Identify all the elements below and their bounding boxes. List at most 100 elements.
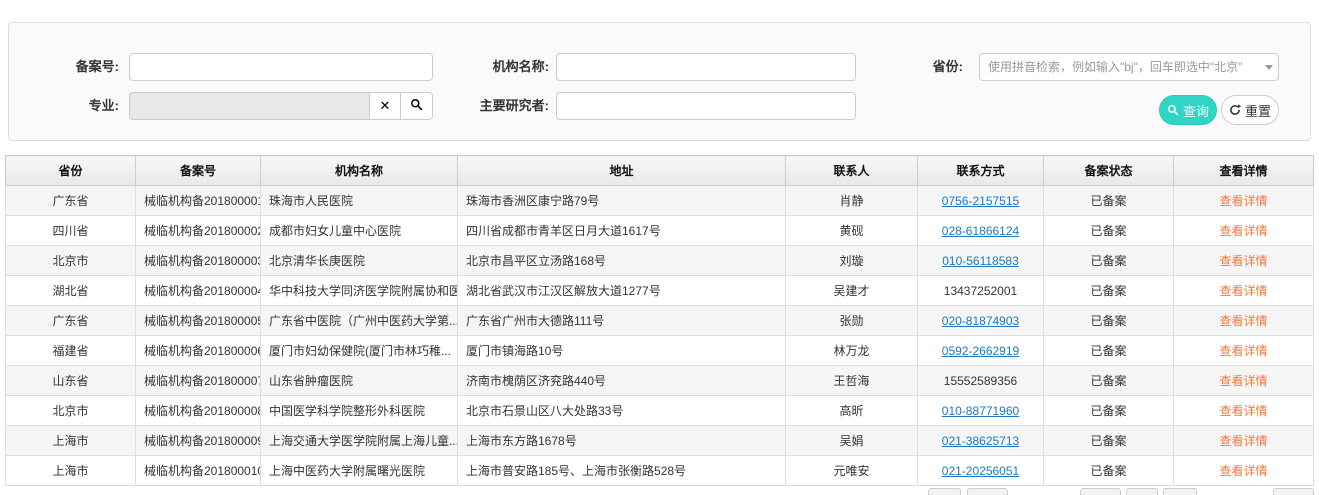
cell-record-no: 械临机构备201800004 (136, 276, 261, 306)
phone-link[interactable]: 0756-2157515 (942, 194, 1019, 208)
view-detail-link[interactable]: 查看详情 (1219, 224, 1267, 238)
col-header-contact: 联系人 (786, 156, 918, 186)
pagination-button-partial[interactable] (967, 488, 1008, 495)
table-body: 广东省械临机构备201800001珠海市人民医院珠海市香洲区康宁路79号肖静07… (6, 186, 1314, 486)
cell-address: 北京市昌平区立汤路168号 (458, 246, 786, 276)
specialty-input[interactable] (129, 92, 370, 120)
phone-link[interactable]: 020-81874903 (942, 314, 1019, 328)
search-panel: 备案号: 专业: ✕ 机构名称: 主要研究者: 省份: (8, 22, 1311, 141)
cell-status: 已备案 (1044, 246, 1174, 276)
cell-address: 湖北省武汉市江汉区解放大道1277号 (458, 276, 786, 306)
cell-org-name: 上海中医药大学附属曙光医院 (261, 456, 458, 486)
investigator-input[interactable] (556, 92, 856, 120)
pagination-button-partial[interactable] (928, 488, 961, 495)
view-detail-link[interactable]: 查看详情 (1219, 284, 1267, 298)
view-detail-link[interactable]: 查看详情 (1219, 464, 1267, 478)
cell-contact: 林万龙 (786, 336, 918, 366)
pagination-button-partial[interactable] (1080, 488, 1121, 495)
cell-phone: 021-20256051 (918, 456, 1044, 486)
refresh-icon (1229, 104, 1241, 116)
cell-status: 已备案 (1044, 456, 1174, 486)
cell-record-no: 械临机构备201800008 (136, 396, 261, 426)
cell-contact: 吴娟 (786, 426, 918, 456)
cell-org-name: 北京清华长庚医院 (261, 246, 458, 276)
cell-phone: 13437252001 (918, 276, 1044, 306)
cell-province: 山东省 (6, 366, 136, 396)
cell-status: 已备案 (1044, 186, 1174, 216)
cell-address: 北京市石景山区八大处路33号 (458, 396, 786, 426)
cell-contact: 刘璇 (786, 246, 918, 276)
table-row: 四川省械临机构备201800002成都市妇女儿童中心医院四川省成都市青羊区日月大… (6, 216, 1314, 246)
cell-province: 湖北省 (6, 276, 136, 306)
view-detail-link[interactable]: 查看详情 (1219, 344, 1267, 358)
cell-phone: 010-56118583 (918, 246, 1044, 276)
cell-record-no: 械临机构备201800009 (136, 426, 261, 456)
cell-contact: 高昕 (786, 396, 918, 426)
col-header-detail: 查看详情 (1174, 156, 1314, 186)
view-detail-link[interactable]: 查看详情 (1219, 404, 1267, 418)
col-header-address: 地址 (458, 156, 786, 186)
cell-org-name: 厦门市妇幼保健院(厦门市林巧稚... (261, 336, 458, 366)
cell-address: 四川省成都市青羊区日月大道1617号 (458, 216, 786, 246)
cell-address: 上海市普安路185号、上海市张衡路528号 (458, 456, 786, 486)
phone-link[interactable]: 028-61866124 (942, 224, 1019, 238)
cell-phone: 020-81874903 (918, 306, 1044, 336)
cell-detail: 查看详情 (1174, 276, 1314, 306)
phone-link[interactable]: 021-38625713 (942, 434, 1019, 448)
specialty-search-button[interactable] (400, 92, 433, 120)
phone-link[interactable]: 010-56118583 (942, 254, 1019, 268)
cell-detail: 查看详情 (1174, 336, 1314, 366)
record-no-label: 备案号: (19, 53, 119, 81)
table-row: 福建省械临机构备201800006厦门市妇幼保健院(厦门市林巧稚...厦门市镇海… (6, 336, 1314, 366)
view-detail-link[interactable]: 查看详情 (1219, 314, 1267, 328)
cell-detail: 查看详情 (1174, 216, 1314, 246)
pagination-button-partial[interactable] (1163, 488, 1197, 495)
search-icon (410, 98, 423, 114)
view-detail-link[interactable]: 查看详情 (1219, 194, 1267, 208)
cell-phone: 0756-2157515 (918, 186, 1044, 216)
table-row: 广东省械临机构备201800005广东省中医院（广州中医药大学第...广东省广州… (6, 306, 1314, 336)
reset-button[interactable]: 重置 (1221, 95, 1279, 125)
view-detail-link[interactable]: 查看详情 (1219, 374, 1267, 388)
cell-contact: 张勋 (786, 306, 918, 336)
reset-button-label: 重置 (1245, 101, 1271, 120)
query-button[interactable]: 查询 (1159, 95, 1217, 125)
specialty-clear-button[interactable]: ✕ (369, 92, 401, 120)
record-no-input[interactable] (129, 53, 433, 81)
cell-status: 已备案 (1044, 426, 1174, 456)
table-row: 广东省械临机构备201800001珠海市人民医院珠海市香洲区康宁路79号肖静07… (6, 186, 1314, 216)
phone-text: 15552589356 (944, 374, 1017, 388)
phone-link[interactable]: 021-20256051 (942, 464, 1019, 478)
view-detail-link[interactable]: 查看详情 (1219, 254, 1267, 268)
phone-link[interactable]: 010-88771960 (942, 404, 1019, 418)
table-row: 湖北省械临机构备201800004华中科技大学同济医学院附属协和医院湖北省武汉市… (6, 276, 1314, 306)
pagination-button-partial[interactable] (1126, 488, 1158, 495)
cell-phone: 15552589356 (918, 366, 1044, 396)
cell-contact: 黄砚 (786, 216, 918, 246)
cell-phone: 0592-2662919 (918, 336, 1044, 366)
cell-status: 已备案 (1044, 396, 1174, 426)
phone-text: 13437252001 (944, 284, 1017, 298)
view-detail-link[interactable]: 查看详情 (1219, 434, 1267, 448)
cell-org-name: 中国医学科学院整形外科医院 (261, 396, 458, 426)
table-row: 北京市械临机构备201800008中国医学科学院整形外科医院北京市石景山区八大处… (6, 396, 1314, 426)
cell-contact: 吴建才 (786, 276, 918, 306)
cell-address: 厦门市镇海路10号 (458, 336, 786, 366)
pagination-button-partial[interactable] (1273, 488, 1314, 495)
cell-province: 上海市 (6, 426, 136, 456)
cell-province: 广东省 (6, 306, 136, 336)
caret-down-icon (1265, 65, 1273, 70)
province-select[interactable] (979, 53, 1279, 81)
cell-org-name: 广东省中医院（广州中医药大学第... (261, 306, 458, 336)
cell-org-name: 珠海市人民医院 (261, 186, 458, 216)
cell-org-name: 山东省肿瘤医院 (261, 366, 458, 396)
cell-contact: 元唯安 (786, 456, 918, 486)
clear-icon: ✕ (380, 98, 391, 114)
org-name-input[interactable] (556, 53, 856, 81)
cell-org-name: 华中科技大学同济医学院附属协和医院 (261, 276, 458, 306)
cell-record-no: 械临机构备201800006 (136, 336, 261, 366)
phone-link[interactable]: 0592-2662919 (942, 344, 1019, 358)
cell-province: 上海市 (6, 456, 136, 486)
col-header-province: 省份 (6, 156, 136, 186)
results-table: 省份 备案号 机构名称 地址 联系人 联系方式 备案状态 查看详情 广东省械临机… (5, 155, 1314, 486)
